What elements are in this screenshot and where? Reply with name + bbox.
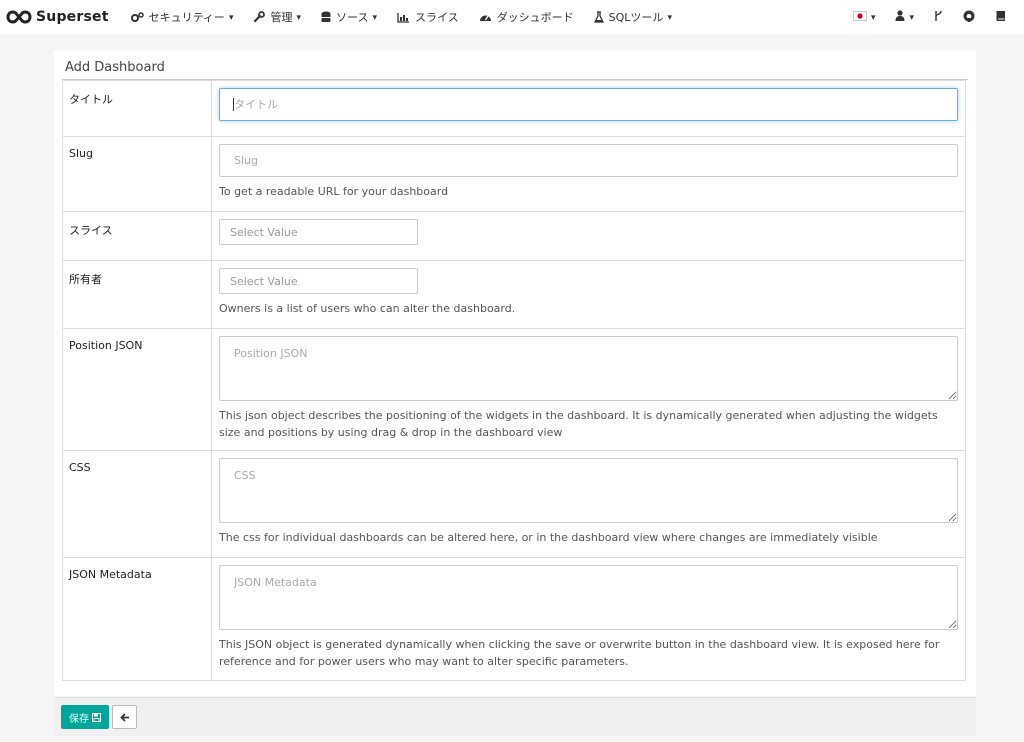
- slices-label: スライス: [62, 211, 212, 261]
- chevron-down-icon: ▾: [667, 13, 672, 23]
- nav-security-label: セキュリティー: [148, 11, 225, 24]
- brand-name: Superset: [36, 9, 109, 25]
- add-dashboard-panel: Add Dashboard タイトル Slug To get a readabl…: [54, 50, 976, 696]
- nav-manage-label: 管理: [270, 11, 293, 24]
- slug-label: Slug: [62, 136, 212, 212]
- dashboard-icon: [479, 12, 492, 23]
- floppy-disk-icon: [92, 712, 101, 722]
- slices-select-placeholder: Select Value: [230, 225, 298, 239]
- github-icon: [963, 10, 975, 25]
- save-button-label: 保存: [69, 713, 89, 725]
- nav-slices-link[interactable]: スライス: [387, 0, 469, 34]
- gears-icon: [130, 11, 144, 23]
- chevron-down-icon: ▾: [228, 13, 234, 23]
- form-row-slices: スライス Select Value: [62, 211, 966, 261]
- wrench-icon: [253, 11, 266, 23]
- json-metadata-help-text: This JSON object is generated dynamicall…: [219, 638, 940, 668]
- bar-chart-icon: [397, 12, 410, 23]
- slug-help-text: To get a readable URL for your dashboard: [219, 185, 449, 198]
- position-json-label: Position JSON: [62, 328, 212, 451]
- chevron-down-icon: ▾: [870, 13, 876, 23]
- position-json-help-text: This json object describes the positioni…: [219, 409, 938, 439]
- css-help-text: The css for individual dashboards can be…: [219, 531, 878, 544]
- nav-manage-menu[interactable]: 管理 ▾: [243, 0, 311, 34]
- slices-field-cell: Select Value: [211, 211, 966, 261]
- form-row-css: CSS The css for individual dashboards ca…: [62, 450, 966, 558]
- slug-input[interactable]: [219, 144, 958, 177]
- owners-label: 所有者: [62, 260, 212, 329]
- database-icon: [321, 11, 331, 23]
- nav-sources-menu[interactable]: ソース ▾: [311, 0, 387, 34]
- slug-field-cell: To get a readable URL for your dashboard: [211, 136, 966, 212]
- slices-select[interactable]: Select Value: [219, 219, 418, 245]
- chevron-down-icon: ▾: [909, 13, 914, 23]
- nav-security-menu[interactable]: セキュリティー ▾: [121, 0, 244, 34]
- brand-logo[interactable]: Superset: [6, 9, 109, 25]
- form-footer: 保存: [54, 697, 976, 736]
- back-button[interactable]: [112, 705, 137, 729]
- owners-select-placeholder: Select Value: [230, 274, 298, 288]
- nav-slices-label: スライス: [414, 11, 459, 24]
- nav-sql-menu[interactable]: SQLツール ▾: [584, 0, 682, 34]
- nav-dashboards-link[interactable]: ダッシュボード: [469, 0, 584, 34]
- nav-sources-label: ソース: [336, 11, 369, 24]
- json-metadata-field-cell: This JSON object is generated dynamicall…: [211, 557, 966, 681]
- dashboard-form: タイトル Slug To get a readable URL for your…: [62, 80, 966, 681]
- superset-logo-icon: [6, 10, 32, 24]
- css-field-cell: The css for individual dashboards can be…: [211, 450, 966, 558]
- chevron-down-icon: ▾: [372, 13, 377, 23]
- arrow-left-icon: [119, 712, 130, 722]
- form-row-json-metadata: JSON Metadata This JSON object is genera…: [62, 557, 966, 681]
- owners-field-cell: Select Value Owners is a list of users w…: [211, 260, 966, 329]
- css-textarea[interactable]: [219, 458, 958, 523]
- chevron-down-icon: ▾: [296, 13, 301, 23]
- title-label: タイトル: [62, 80, 212, 137]
- form-row-position-json: Position JSON This json object describes…: [62, 328, 966, 451]
- form-row-title: タイトル: [62, 80, 966, 137]
- japan-flag-icon: [852, 10, 867, 24]
- title-field-cell: [211, 80, 966, 137]
- user-icon: [895, 10, 905, 24]
- position-json-field-cell: This json object describes the positioni…: [211, 328, 966, 451]
- flask-icon: [593, 11, 604, 23]
- form-row-owners: 所有者 Select Value Owners is a list of use…: [62, 260, 966, 329]
- book-icon: [995, 10, 1006, 25]
- navbar-right: ▾ ▾: [843, 0, 1016, 34]
- language-menu[interactable]: ▾: [843, 0, 886, 34]
- css-label: CSS: [62, 450, 212, 558]
- github-link[interactable]: [953, 0, 985, 34]
- json-metadata-label: JSON Metadata: [62, 557, 212, 681]
- save-button[interactable]: 保存: [61, 705, 109, 729]
- version-link[interactable]: [924, 0, 953, 34]
- owners-select[interactable]: Select Value: [219, 268, 418, 294]
- docs-link[interactable]: [985, 0, 1016, 34]
- top-navbar: Superset セキュリティー ▾ 管理 ▾ ソース ▾ スライス ダッシュボ…: [0, 0, 1024, 34]
- code-fork-icon: [934, 10, 943, 25]
- json-metadata-textarea[interactable]: [219, 565, 958, 630]
- form-row-slug: Slug To get a readable URL for your dash…: [62, 136, 966, 212]
- user-menu[interactable]: ▾: [885, 0, 924, 34]
- panel-title: Add Dashboard: [65, 60, 165, 75]
- position-json-textarea[interactable]: [219, 336, 958, 401]
- text-cursor: [233, 98, 234, 111]
- owners-help-text: Owners is a list of users who can alter …: [219, 302, 516, 315]
- nav-sql-label: SQLツール: [608, 11, 664, 24]
- title-input[interactable]: [219, 88, 958, 121]
- nav-dashboards-label: ダッシュボード: [496, 11, 574, 24]
